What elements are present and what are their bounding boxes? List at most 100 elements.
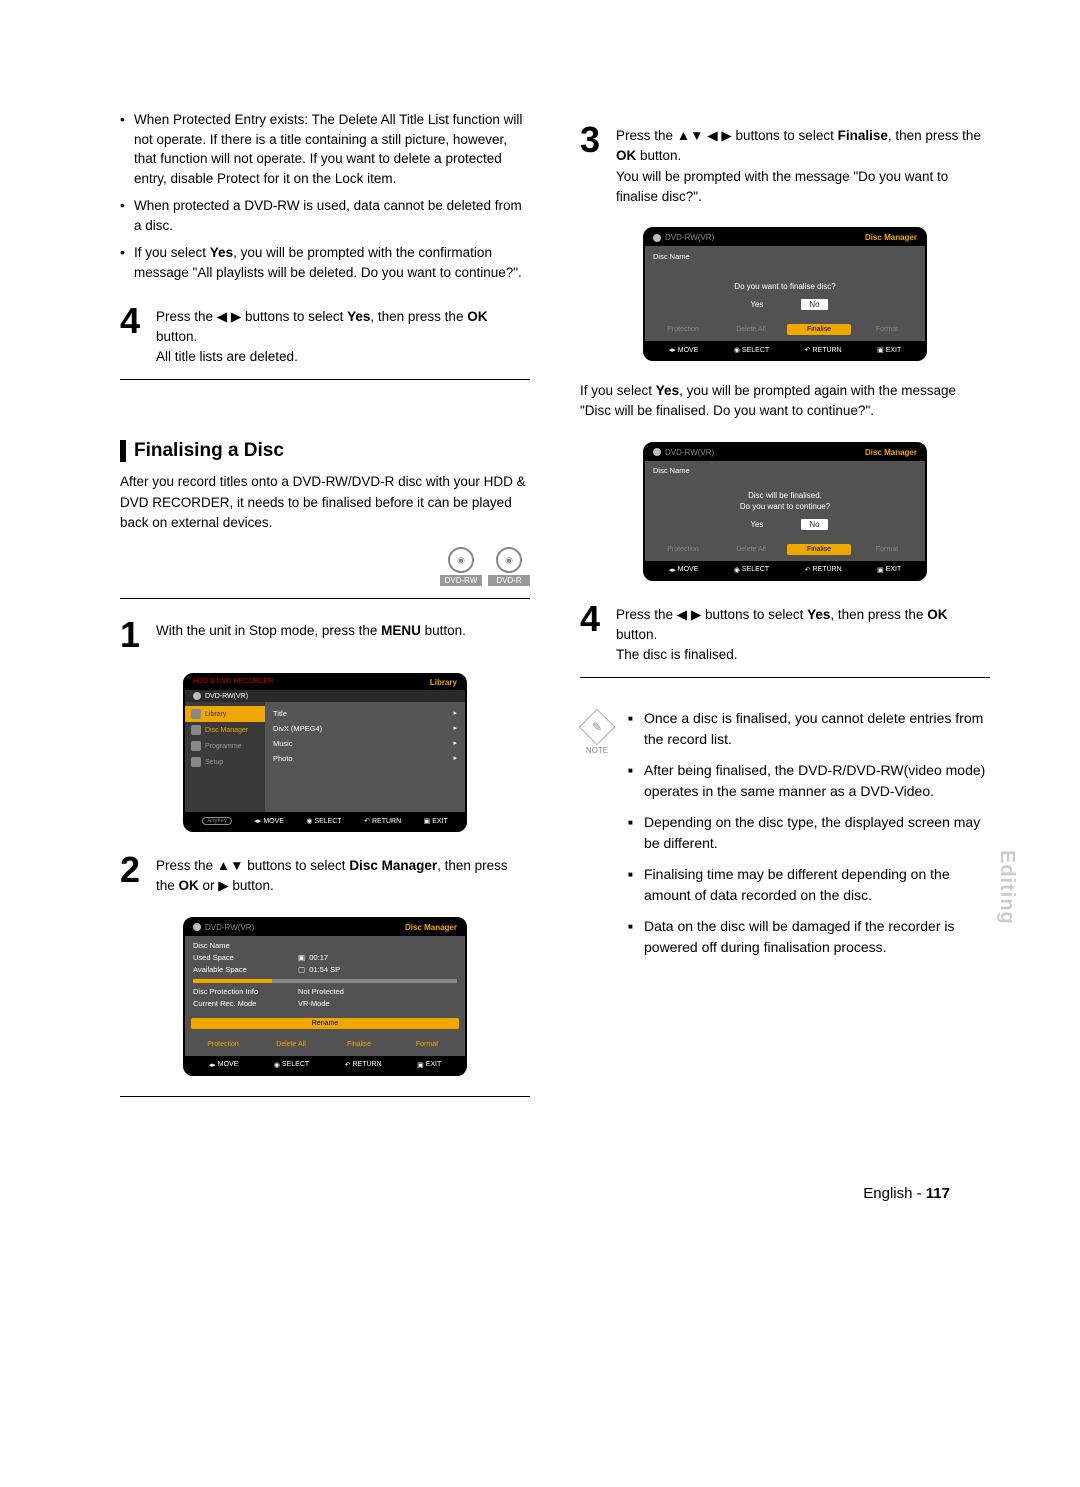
osd-title: Disc Manager — [865, 448, 917, 457]
osd-button-row: Rename — [185, 1014, 465, 1035]
disc-type-badges: ◉ DVD-RW ◉ DVD-R — [120, 547, 530, 586]
disc-icon — [653, 448, 661, 456]
section-header: Finalising a Disc — [120, 440, 530, 462]
disc-name-label: Disc Name — [653, 252, 758, 261]
yes-button[interactable]: Yes — [742, 519, 771, 530]
list-item[interactable]: Title▸ — [265, 706, 465, 721]
chevron-right-icon: ▸ — [453, 739, 457, 748]
step-text: Press the ▲▼ ◀ ▶ buttons to select Final… — [616, 126, 990, 207]
delete-all-button[interactable]: Delete All — [719, 544, 783, 555]
step-text: Press the ◀ ▶ buttons to select Yes, the… — [616, 605, 990, 666]
no-button[interactable]: No — [801, 519, 827, 530]
disc-manager-icon — [191, 725, 201, 735]
step-number: 3 — [580, 122, 604, 207]
section-intro: After you record titles onto a DVD-RW/DV… — [120, 472, 530, 533]
step-4-left: 4 Press the ◀ ▶ buttons to select Yes, t… — [120, 303, 530, 368]
page-footer: English - 117 — [120, 1185, 990, 1202]
prompt-choices: Yes No — [645, 519, 925, 540]
delete-all-button[interactable]: Delete All — [719, 324, 783, 335]
format-button[interactable]: Format — [855, 544, 919, 555]
divider — [120, 379, 530, 380]
divider — [120, 1096, 530, 1097]
format-button[interactable]: Format — [395, 1039, 459, 1050]
step-text: Press the ▲▼ buttons to select Disc Mana… — [156, 856, 530, 897]
note-icon: ✎ — [579, 709, 616, 746]
step-2: 2 Press the ▲▼ buttons to select Disc Ma… — [120, 852, 530, 897]
no-button[interactable]: No — [801, 299, 827, 310]
osd-crumb: DVD-RW(VR) — [185, 690, 465, 702]
move-icon: ◂▸ — [669, 566, 676, 574]
note-list: Once a disc is finalised, you cannot del… — [628, 708, 990, 968]
select-icon: ◉ — [274, 1061, 280, 1069]
yes-button[interactable]: Yes — [742, 299, 771, 310]
osd-footer: ◂▸MOVE ◉SELECT ↶RETURN ▣EXIT — [185, 1056, 465, 1074]
anykey-button[interactable]: Anykey — [202, 817, 232, 825]
finalise-button[interactable]: Finalise — [327, 1039, 391, 1050]
list-item: Data on the disc will be damaged if the … — [628, 916, 990, 958]
step-number: 4 — [120, 303, 144, 368]
osd-crumb: DVD-RW(VR) — [193, 923, 254, 932]
osd-crumb: DVD-RW(VR) — [653, 448, 714, 457]
sidebar-item-library[interactable]: Library — [185, 706, 265, 722]
list-item: When protected a DVD-RW is used, data ca… — [120, 196, 530, 235]
step-1: 1 With the unit in Stop mode, press the … — [120, 617, 530, 653]
list-item: Once a disc is finalised, you cannot del… — [628, 708, 990, 750]
exit-icon: ▣ — [424, 817, 431, 825]
osd-title: Disc Manager — [865, 233, 917, 242]
list-item[interactable]: DivX (MPEG4)▸ — [265, 721, 465, 736]
divider — [120, 598, 530, 599]
disc-icon — [653, 234, 661, 242]
osd-list: Title▸ DivX (MPEG4)▸ Music▸ Photo▸ — [265, 702, 465, 812]
select-icon: ◉ — [734, 566, 740, 574]
return-icon: ↶ — [805, 346, 811, 354]
section-title: Finalising a Disc — [134, 440, 284, 462]
step-number: 4 — [580, 601, 604, 666]
move-icon: ◂▸ — [669, 346, 676, 354]
prompt-line1: Disc will be finalised. — [645, 481, 925, 502]
badge-dvd-rw: ◉ DVD-RW — [440, 547, 482, 586]
protection-button[interactable]: Protection — [651, 324, 715, 335]
sidebar-item-disc-manager[interactable]: Disc Manager — [185, 722, 265, 738]
list-item: When Protected Entry exists: The Delete … — [120, 110, 530, 188]
delete-all-button[interactable]: Delete All — [259, 1039, 323, 1050]
space-bar — [193, 979, 457, 983]
note-label: NOTE — [580, 746, 614, 755]
sidebar-item-programme[interactable]: Programme — [185, 738, 265, 754]
step-4-right: 4 Press the ◀ ▶ buttons to select Yes, t… — [580, 601, 990, 666]
list-item[interactable]: Music▸ — [265, 736, 465, 751]
osd-finalise-confirm-screenshot: DVD-RW(VR) Disc Manager Disc Name Disc w… — [643, 442, 927, 581]
prompt-choices: Yes No — [645, 299, 925, 320]
osd-disc-manager-screenshot: DVD-RW(VR) Disc Manager Disc Name Used S… — [183, 917, 467, 1076]
chevron-right-icon: ▸ — [453, 724, 457, 733]
setup-icon — [191, 757, 201, 767]
select-icon: ◉ — [306, 817, 312, 825]
osd-footer: ◂▸MOVE ◉SELECT ↶RETURN ▣EXIT — [645, 341, 925, 359]
format-button[interactable]: Format — [855, 324, 919, 335]
disc-icon — [193, 692, 201, 700]
exit-icon: ▣ — [417, 1061, 424, 1069]
disc-icon: ◉ — [448, 547, 474, 573]
disc-icon — [193, 923, 201, 931]
rename-button[interactable]: Rename — [191, 1018, 459, 1029]
disc-icon: ◉ — [496, 547, 522, 573]
note-block: ✎ NOTE Once a disc is finalised, you can… — [580, 708, 990, 968]
sidebar-item-setup[interactable]: Setup — [185, 754, 265, 770]
programme-icon — [191, 741, 201, 751]
finalise-button[interactable]: Finalise — [787, 544, 851, 555]
osd-title: Disc Manager — [405, 923, 457, 932]
prompt-line2: Do you want to continue? — [645, 502, 925, 519]
list-item[interactable]: Photo▸ — [265, 751, 465, 766]
select-icon: ◉ — [734, 346, 740, 354]
return-icon: ↶ — [805, 566, 811, 574]
osd-corner: Library — [430, 678, 457, 687]
osd-footer: ◂▸MOVE ◉SELECT ↶RETURN ▣EXIT — [645, 561, 925, 579]
section-marker-icon — [120, 440, 126, 462]
list-item: Depending on the disc type, the displaye… — [628, 812, 990, 854]
finalise-button[interactable]: Finalise — [787, 324, 851, 335]
protection-button[interactable]: Protection — [191, 1039, 255, 1050]
divider — [580, 677, 990, 678]
osd-info: Disc Name Used Space▣ 00:17 Available Sp… — [185, 936, 465, 1014]
chevron-right-icon: ▸ — [453, 754, 457, 763]
protection-button[interactable]: Protection — [651, 544, 715, 555]
move-icon: ◂▸ — [209, 1061, 216, 1069]
